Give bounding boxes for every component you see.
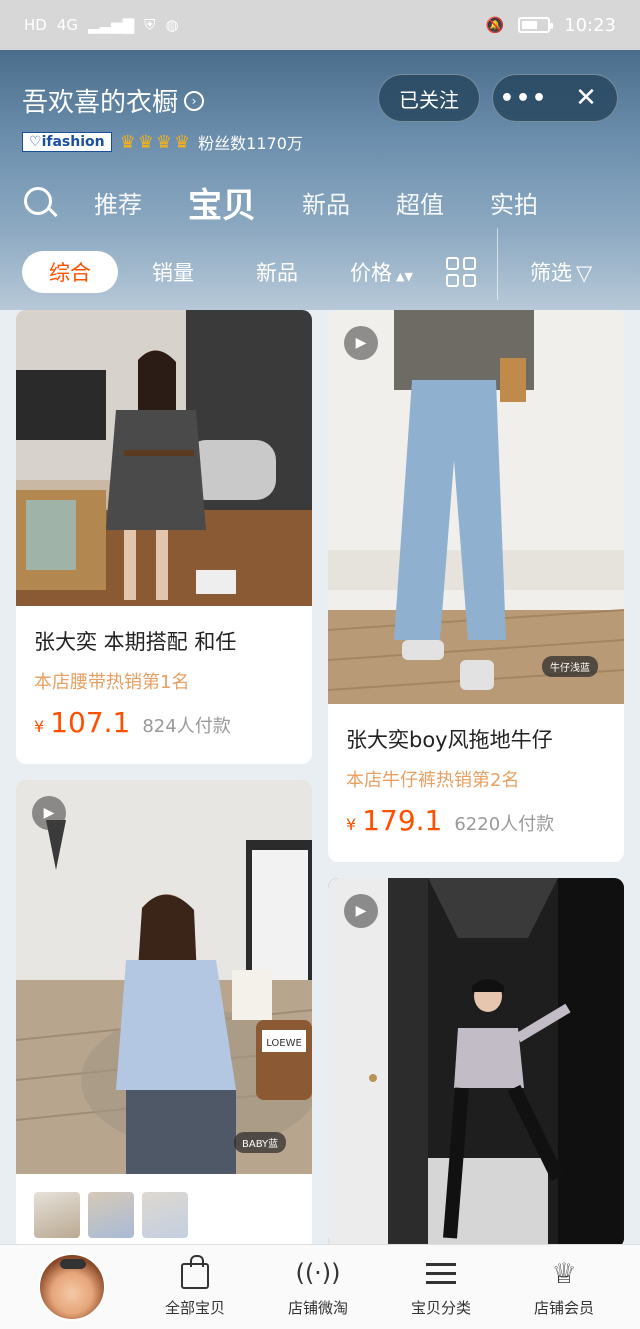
- shop-name[interactable]: 吾欢喜的衣橱 ›: [22, 82, 205, 119]
- thumbnail-strip: [34, 1192, 188, 1238]
- filter-button[interactable]: 筛选 ▽: [530, 257, 592, 287]
- signal-icon: ▂▃▅▇: [88, 16, 135, 34]
- more-close-group: ••• ✕: [492, 74, 618, 122]
- follow-button[interactable]: 已关注: [378, 74, 480, 122]
- network-indicator: 4G: [56, 16, 79, 34]
- bottom-nav-categories[interactable]: 宝贝分类: [386, 1255, 496, 1318]
- sort-comprehensive[interactable]: 综合: [22, 251, 118, 293]
- bottom-nav-label: 店铺会员: [533, 1299, 594, 1317]
- shield-icon: ⛨: [144, 16, 156, 34]
- bottom-nav: 全部宝贝 ((·)) 店铺微淘 宝贝分类 ♕ 店铺会员: [0, 1244, 640, 1329]
- sort-arrows-icon: ▲▼: [396, 270, 413, 283]
- chevron-right-icon: ›: [184, 90, 205, 111]
- product-image: [328, 310, 624, 704]
- crown-icon: ♛: [155, 131, 173, 153]
- shop-nav: 推荐 宝贝 新品 超值 实拍: [22, 178, 584, 227]
- tab-new[interactable]: 新品: [302, 185, 350, 220]
- product-rank: 本店腰带热销第1名: [34, 672, 190, 693]
- close-button[interactable]: ✕: [555, 83, 617, 113]
- product-title: 张大奕boy风拖地牛仔: [346, 728, 553, 752]
- mute-icon: 🔕: [485, 16, 505, 34]
- bag-icon: [177, 1255, 213, 1291]
- bottom-nav-label: 宝贝分类: [410, 1299, 471, 1317]
- play-icon[interactable]: ▶: [32, 796, 66, 830]
- crown-icon: ♛: [137, 131, 154, 153]
- bottom-nav-label: 全部宝贝: [164, 1299, 225, 1317]
- tab-photos[interactable]: 实拍: [490, 185, 538, 220]
- divider: [497, 228, 498, 300]
- bag-label: LOEWE: [266, 1038, 302, 1049]
- hd-indicator: HD: [24, 16, 47, 34]
- crown-icons: ♛ ♛ ♛ ♛: [120, 132, 191, 153]
- currency: ¥: [346, 815, 357, 834]
- sales-count: 6220人付款: [454, 814, 555, 835]
- price: 107.1: [50, 706, 131, 739]
- list-icon: [423, 1255, 459, 1291]
- bottom-nav-weitao[interactable]: ((·)) 店铺微淘: [263, 1255, 373, 1318]
- sales-count: 824人付款: [142, 716, 231, 737]
- wechat-icon: ◍: [165, 16, 179, 34]
- sort-sales[interactable]: 销量: [152, 257, 194, 287]
- product-image: LOEWE: [16, 780, 312, 1174]
- currency: ¥: [34, 717, 45, 736]
- thumbnail[interactable]: [142, 1192, 188, 1238]
- clock: 10:23: [564, 14, 616, 36]
- price-row: ¥ 179.1 6220人付款: [346, 804, 554, 837]
- search-icon[interactable]: [22, 185, 58, 221]
- thumbnail[interactable]: [88, 1192, 134, 1238]
- sort-bar: 综合 销量 新品 价格 ▲▼ 筛选 ▽: [0, 228, 640, 302]
- product-card[interactable]: ▶: [328, 878, 624, 1248]
- product-card[interactable]: LOEWE ▶ BABY蓝: [16, 780, 312, 1250]
- brand-row: ♡ ifashion ♛ ♛ ♛ ♛ 粉丝数1170万: [22, 130, 303, 154]
- product-card[interactable]: 张大奕 本期搭配 和任 本店腰带热销第1名 ¥ 107.1 824人付款: [16, 310, 312, 764]
- shop-avatar[interactable]: [38, 1253, 106, 1321]
- bottom-nav-all-items[interactable]: 全部宝贝: [140, 1255, 250, 1318]
- bottom-nav-label: 店铺微淘: [287, 1299, 348, 1317]
- tab-value[interactable]: 超值: [396, 185, 444, 220]
- shop-header: 吾欢喜的衣橱 › 已关注 ••• ✕ ♡ ifashion ♛ ♛ ♛ ♛ 粉丝数117…: [0, 50, 640, 310]
- status-bar: HD 4G ▂▃▅▇ ⛨ ◍ 🔕 10:23: [0, 0, 640, 50]
- play-icon[interactable]: ▶: [344, 326, 378, 360]
- shop-name-text: 吾欢喜的衣橱: [22, 88, 179, 118]
- grid-view-icon[interactable]: [446, 257, 476, 287]
- crown-icon: ♕: [551, 1256, 577, 1290]
- fans-count: 粉丝数1170万: [198, 134, 303, 153]
- battery-icon: [518, 17, 554, 33]
- sort-new[interactable]: 新品: [256, 257, 298, 287]
- filter-icon: ▽: [576, 261, 593, 285]
- product-title: 张大奕 本期搭配 和任: [34, 630, 237, 654]
- sort-price[interactable]: 价格 ▲▼: [350, 257, 413, 287]
- tab-items[interactable]: 宝贝: [188, 178, 256, 227]
- price: 179.1: [362, 804, 443, 837]
- image-tag: BABY蓝: [234, 1132, 287, 1153]
- tab-recommend[interactable]: 推荐: [94, 185, 142, 220]
- price-row: ¥ 107.1 824人付款: [34, 706, 231, 739]
- bottom-nav-membership[interactable]: ♕ 店铺会员: [509, 1255, 619, 1318]
- crown-icon: ♛: [174, 131, 191, 153]
- crown-icon: ♛: [119, 131, 136, 153]
- battery-fill: [522, 21, 537, 29]
- play-icon[interactable]: ▶: [344, 894, 378, 928]
- product-rank: 本店牛仔裤热销第2名: [346, 770, 520, 791]
- product-image: [16, 310, 312, 606]
- product-card[interactable]: ▶ 牛仔浅蓝 张大奕boy风拖地牛仔 本店牛仔裤热销第2名 ¥ 179.1 62…: [328, 310, 624, 862]
- image-tag: 牛仔浅蓝: [542, 656, 598, 677]
- broadcast-icon: ((·)): [295, 1259, 341, 1287]
- more-button[interactable]: •••: [493, 86, 555, 111]
- product-image: [328, 878, 624, 1248]
- ifashion-badge: ♡ ifashion: [22, 132, 112, 152]
- thumbnail[interactable]: [34, 1192, 80, 1238]
